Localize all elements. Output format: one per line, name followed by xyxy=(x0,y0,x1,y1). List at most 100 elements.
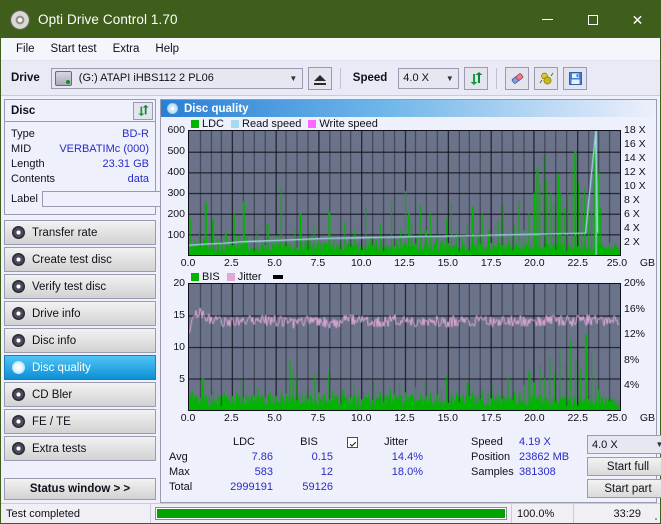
disc-row-type: Type BD-R xyxy=(11,126,149,141)
x-tick: 2.5 xyxy=(223,412,239,424)
sidebar-item-cd-bler[interactable]: CD Bler xyxy=(4,382,156,407)
maximize-button[interactable] xyxy=(570,1,615,38)
progress-track xyxy=(155,507,507,520)
y-tick: 10 xyxy=(173,341,185,353)
menu-item-file[interactable]: File xyxy=(8,41,43,57)
refresh-button[interactable] xyxy=(464,66,489,90)
y2-tick: 16% xyxy=(624,302,646,315)
disc-row-mid: MID VERBATIMc (000) xyxy=(11,141,149,156)
sidebar-item-create-test-disc[interactable]: Create test disc xyxy=(4,247,156,272)
sidebar-item-label: Disc quality xyxy=(32,361,91,374)
status-bar: Test completed 100.0% 33:29 xyxy=(1,503,660,523)
speed-key: Speed xyxy=(471,436,503,448)
save-icon xyxy=(568,71,582,85)
y-tick: 500 xyxy=(167,145,185,157)
disc-refresh-button[interactable] xyxy=(133,101,153,120)
chevron-down-icon: ▼ xyxy=(289,73,298,83)
maximize-icon xyxy=(587,14,598,25)
legend-item-bis: BIS xyxy=(191,271,220,283)
sidebar-item-disc-quality[interactable]: Disc quality xyxy=(4,355,156,380)
app-window: Opti Drive Control 1.70 ✕ File Start tes… xyxy=(0,0,661,524)
disc-row-contents: Contents data xyxy=(11,171,149,186)
menu-item-help[interactable]: Help xyxy=(147,41,187,57)
stats-col-ldc: LDC xyxy=(232,436,255,448)
y2-tick: 14 X xyxy=(624,152,646,164)
error-chart-y2-axis: 2 X 4 X 6 X 8 X 10 X 12 X 14 X 16 X 18 X xyxy=(621,125,656,256)
disc-quality-icon xyxy=(12,361,25,374)
sidebar-item-drive-info[interactable]: Drive info xyxy=(4,301,156,326)
stats-grid: LDC BIS Jitter Avg 7.86 0.15 14.4% Max 5… xyxy=(165,435,465,495)
fe-te-icon xyxy=(12,415,25,428)
window-title: Opti Drive Control 1.70 xyxy=(38,12,178,27)
legend-label: LDC xyxy=(202,117,225,130)
sidebar-item-transfer-rate[interactable]: Transfer rate xyxy=(4,220,156,245)
y2-tick: 16 X xyxy=(624,138,646,150)
jitter-plot-canvas xyxy=(189,284,620,410)
menu-item-start-test[interactable]: Start test xyxy=(43,41,105,57)
speed-select[interactable]: 4.0 X ▼ xyxy=(398,67,460,89)
y-tick: 100 xyxy=(167,229,185,241)
error-chart: LDC Read speed Write speed 100 200 300 400 5… xyxy=(161,117,656,270)
sidebar-item-fe-te[interactable]: FE / TE xyxy=(4,409,156,434)
start-part-button[interactable]: Start part xyxy=(587,479,661,498)
jitter-chart-legend: BIS Jitter xyxy=(161,270,656,283)
resize-grip[interactable] xyxy=(646,504,660,523)
stats-avg-ldc: 7.86 xyxy=(251,451,273,463)
sidebar-item-label: FE / TE xyxy=(32,415,71,428)
stats-spacer xyxy=(339,465,365,480)
error-chart-y-axis: 100 200 300 400 500 600 xyxy=(161,125,188,256)
stats-total-bis: 59126 xyxy=(302,481,333,493)
legend-item-jitter: Jitter xyxy=(226,271,262,283)
start-full-button[interactable]: Start full xyxy=(587,457,661,476)
menu-item-extra[interactable]: Extra xyxy=(105,41,148,57)
verify-test-disc-icon xyxy=(12,280,25,293)
y2-tick: 12 X xyxy=(624,166,646,178)
create-test-disc-icon xyxy=(12,253,25,266)
bug-button[interactable] xyxy=(534,66,559,90)
nav-list: Transfer rate Create test disc Verify te… xyxy=(4,220,156,461)
minimize-icon xyxy=(542,19,553,20)
close-button[interactable]: ✕ xyxy=(615,1,660,38)
x-tick: 12.5 xyxy=(394,257,415,269)
x-tick: 10.0 xyxy=(350,412,372,424)
sidebar-item-label: Extra tests xyxy=(32,442,87,455)
position-key: Position xyxy=(471,451,511,463)
x-tick: 0.0 xyxy=(180,257,196,269)
x-tick: 20.0 xyxy=(524,257,545,269)
disc-row-length: Length 23.31 GB xyxy=(11,156,149,171)
y-tick: 400 xyxy=(167,166,185,178)
sidebar-item-label: Disc info xyxy=(32,334,77,347)
minimize-button[interactable] xyxy=(525,1,570,38)
eraser-icon xyxy=(511,72,524,84)
stats-right: Speed 4.19 X Position 23862 MB Samples 3… xyxy=(465,435,661,498)
y-tick: 15 xyxy=(173,309,185,321)
panel-header: Disc quality xyxy=(161,100,656,117)
stats-actions: 4.0 X ▼ Start full Start part xyxy=(587,435,661,498)
x-tick: 12.5 xyxy=(394,412,415,424)
elapsed-time: 33:29 xyxy=(613,507,641,520)
y2-tick: 8% xyxy=(624,353,640,366)
drive-select-value: (G:) ATAPI iHBS112 2 PL06 xyxy=(78,72,214,84)
stats-col-jitter: Jitter xyxy=(384,436,408,448)
y2-tick: 6 X xyxy=(624,208,640,220)
y2-tick: 12% xyxy=(624,328,646,341)
disc-row-key: MID xyxy=(11,142,32,155)
save-button[interactable] xyxy=(563,66,588,90)
test-speed-select[interactable]: 4.0 X ▼ xyxy=(587,435,661,454)
x-tick: 2.5 xyxy=(223,257,239,269)
status-window-button[interactable]: Status window > > xyxy=(4,478,156,500)
bug-icon xyxy=(539,72,554,84)
eject-button[interactable] xyxy=(307,66,332,90)
y-tick: 5 xyxy=(179,373,185,385)
disc-info-panel: Disc Type BD-R MID VERBATIMc (000) Lengt… xyxy=(4,99,214,215)
drive-info-icon xyxy=(12,307,25,320)
sidebar-item-extra-tests[interactable]: Extra tests xyxy=(4,436,156,461)
x-tick: 7.5 xyxy=(310,412,326,424)
stats-max-ldc: 583 xyxy=(254,466,273,478)
jitter-checkbox[interactable] xyxy=(339,435,365,450)
sidebar-item-verify-test-disc[interactable]: Verify test disc xyxy=(4,274,156,299)
drive-select[interactable]: (G:) ATAPI iHBS112 2 PL06 ▼ xyxy=(50,67,303,89)
sidebar-item-disc-info[interactable]: Disc info xyxy=(4,328,156,353)
close-icon: ✕ xyxy=(631,11,644,28)
eraser-button[interactable] xyxy=(505,66,530,90)
